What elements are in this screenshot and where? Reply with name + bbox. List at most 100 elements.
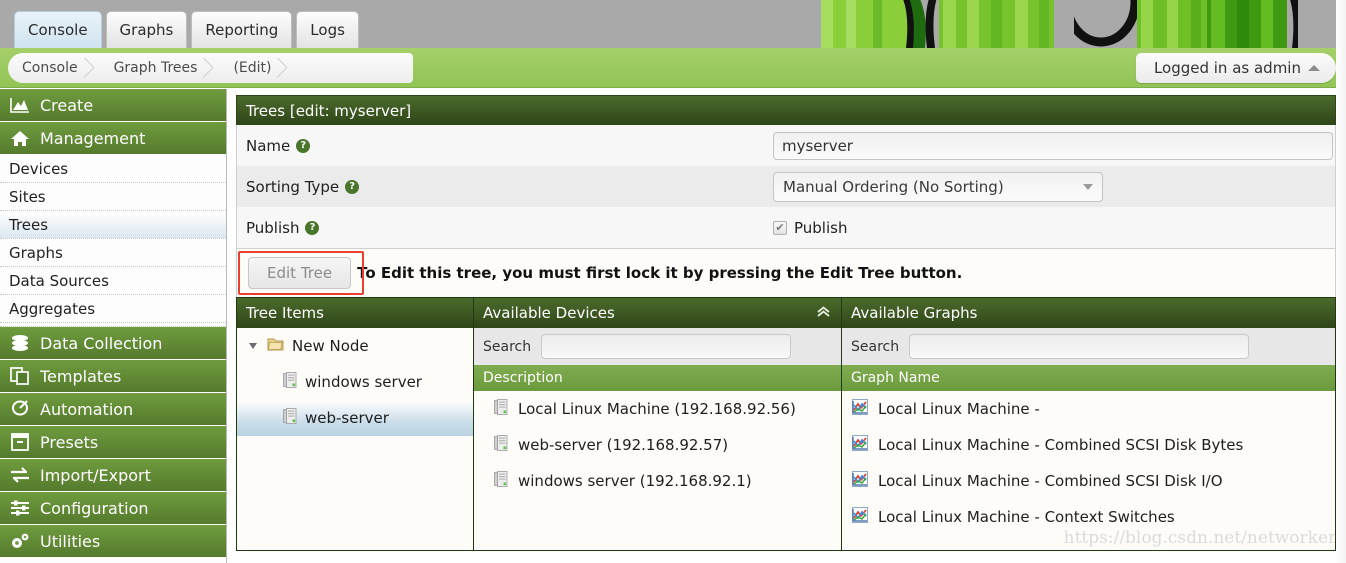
- chart-area-icon: [9, 95, 31, 115]
- graph-icon: [852, 399, 868, 419]
- sidebar-group-create[interactable]: Create: [0, 89, 226, 122]
- breadcrumb-item-edit[interactable]: (Edit): [219, 53, 293, 83]
- available-graphs-title: Available Graphs: [851, 304, 978, 322]
- chevron-down-icon: [1083, 183, 1093, 190]
- device-icon: [283, 372, 297, 392]
- device-icon: [494, 471, 508, 491]
- sidebar-group-management[interactable]: Management: [0, 122, 226, 155]
- breadcrumb-item-console[interactable]: Console: [8, 53, 100, 83]
- sidebar-item-graphs[interactable]: Graphs: [0, 239, 226, 267]
- copy-icon: [9, 366, 31, 386]
- chevron-double-up-icon[interactable]: [816, 305, 831, 321]
- list-item[interactable]: Local Linux Machine - Context Switches: [842, 499, 1335, 535]
- device-label: windows server (192.168.92.1): [518, 472, 752, 490]
- sidebar-item-aggregates[interactable]: Aggregates: [0, 295, 226, 323]
- edit-tree-message: To Edit this tree, you must first lock i…: [357, 264, 963, 282]
- tree-editor-columns: Tree Items New Node windows server web-s…: [236, 297, 1336, 551]
- sidebar-group-utilities[interactable]: Utilities: [0, 525, 226, 558]
- devices-search-row: Search: [474, 328, 841, 365]
- logged-in-user-menu[interactable]: Logged in as admin: [1135, 53, 1336, 83]
- publish-checkbox[interactable]: ✔: [773, 220, 787, 235]
- breadcrumb-bar: Console Graph Trees (Edit) Logged in as …: [0, 48, 1346, 88]
- sorting-type-label: Sorting Type ?: [237, 178, 773, 196]
- device-icon: [494, 399, 508, 419]
- name-input[interactable]: [773, 131, 1333, 160]
- question-mark-icon[interactable]: ?: [305, 220, 320, 235]
- graph-icon: [852, 507, 868, 527]
- edit-tree-button[interactable]: Edit Tree: [248, 257, 352, 289]
- home-icon: [9, 128, 31, 148]
- graph-icon: [852, 435, 868, 455]
- list-item[interactable]: Local Linux Machine -: [842, 391, 1335, 427]
- sorting-type-select[interactable]: Manual Ordering (No Sorting): [773, 171, 1103, 202]
- sidebar-item-devices[interactable]: Devices: [0, 155, 226, 183]
- cacti-logo-banner: [791, 0, 1346, 48]
- sidebar-group-label: Utilities: [40, 531, 101, 551]
- gears-icon: [9, 531, 31, 551]
- main-content: Trees [edit: myserver] Name ? Sorting Ty…: [236, 95, 1336, 563]
- device-label: Local Linux Machine (192.168.92.56): [518, 400, 796, 418]
- form-row-publish: Publish ? ✔ Publish: [237, 207, 1335, 248]
- tab-label: Reporting: [205, 21, 279, 39]
- tree-node-label: web-server: [305, 409, 389, 427]
- graphs-search-row: Search: [842, 328, 1335, 365]
- graphs-list: Local Linux Machine - Local Linux Machin…: [842, 391, 1335, 550]
- list-item[interactable]: Local Linux Machine (192.168.92.56): [474, 391, 841, 427]
- publish-checkbox-label: Publish: [794, 218, 848, 237]
- devices-search-input[interactable]: [541, 334, 792, 359]
- sidebar-item-label: Sites: [9, 187, 46, 206]
- tree-items-header: Tree Items: [237, 298, 473, 328]
- sidebar-item-sites[interactable]: Sites: [0, 183, 226, 211]
- sidebar-group-templates[interactable]: Templates: [0, 360, 226, 393]
- folder-icon: [267, 337, 284, 356]
- list-item[interactable]: Local Linux Machine - Combined SCSI Disk…: [842, 463, 1335, 499]
- sidebar: Create Management Devices Sites Trees Gr…: [0, 89, 227, 563]
- tab-console[interactable]: Console: [14, 11, 102, 48]
- list-item[interactable]: windows server (192.168.92.1): [474, 463, 841, 499]
- sidebar-group-presets[interactable]: Presets: [0, 426, 226, 459]
- tab-reporting[interactable]: Reporting: [191, 11, 293, 48]
- tree-node-web-server[interactable]: web-server: [237, 400, 473, 436]
- expand-arrow-icon[interactable]: [247, 341, 259, 351]
- devices-column-header: Description: [474, 365, 841, 391]
- breadcrumb-label: (Edit): [233, 60, 272, 76]
- breadcrumb: Console Graph Trees (Edit): [8, 53, 413, 83]
- breadcrumb-label: Graph Trees: [113, 60, 198, 76]
- sidebar-group-label: Presets: [40, 432, 99, 452]
- available-devices-header: Available Devices: [474, 298, 841, 328]
- list-item[interactable]: Local Linux Machine - Combined SCSI Disk…: [842, 427, 1335, 463]
- caret-up-icon: [1308, 65, 1320, 71]
- tree-node-new-node[interactable]: New Node: [237, 328, 473, 364]
- tab-logs[interactable]: Logs: [296, 11, 359, 48]
- graphs-search-input[interactable]: [909, 334, 1250, 359]
- publish-checkbox-wrapper[interactable]: ✔ Publish: [773, 219, 847, 237]
- devices-list: Local Linux Machine (192.168.92.56) web-…: [474, 391, 841, 550]
- main-tabs: Console Graphs Reporting Logs: [14, 11, 359, 48]
- page-title: Trees [edit: myserver]: [236, 95, 1336, 125]
- breadcrumb-item-graph-trees[interactable]: Graph Trees: [100, 53, 220, 83]
- sliders-icon: [9, 498, 31, 518]
- sidebar-group-import-export[interactable]: Import/Export: [0, 459, 226, 492]
- sidebar-item-data-sources[interactable]: Data Sources: [0, 267, 226, 295]
- graph-label: Local Linux Machine -: [878, 400, 1040, 418]
- graphs-search-label: Search: [851, 338, 900, 355]
- available-graphs-panel: Available Graphs Search Graph Name Local…: [841, 297, 1336, 551]
- tab-graphs[interactable]: Graphs: [105, 11, 188, 48]
- top-bar: Console Graphs Reporting Logs: [0, 0, 1346, 48]
- sidebar-group-configuration[interactable]: Configuration: [0, 492, 226, 525]
- sidebar-group-label: Automation: [40, 399, 134, 419]
- question-mark-icon[interactable]: ?: [345, 179, 360, 194]
- sidebar-group-automation[interactable]: Automation: [0, 393, 226, 426]
- sidebar-item-trees[interactable]: Trees: [0, 211, 226, 239]
- list-item[interactable]: web-server (192.168.92.57): [474, 427, 841, 463]
- sidebar-group-data-collection[interactable]: Data Collection: [0, 327, 226, 360]
- tree-node-label: windows server: [305, 373, 422, 391]
- graphs-column-header: Graph Name: [842, 365, 1335, 391]
- question-mark-icon[interactable]: ?: [296, 138, 311, 153]
- sidebar-group-label: Import/Export: [40, 465, 151, 485]
- available-devices-panel: Available Devices Search Description Loc…: [473, 297, 841, 551]
- sidebar-group-label: Management: [40, 128, 146, 148]
- sidebar-group-label: Configuration: [40, 498, 149, 518]
- sidebar-group-label: Templates: [40, 366, 122, 386]
- tree-node-windows-server[interactable]: windows server: [237, 364, 473, 400]
